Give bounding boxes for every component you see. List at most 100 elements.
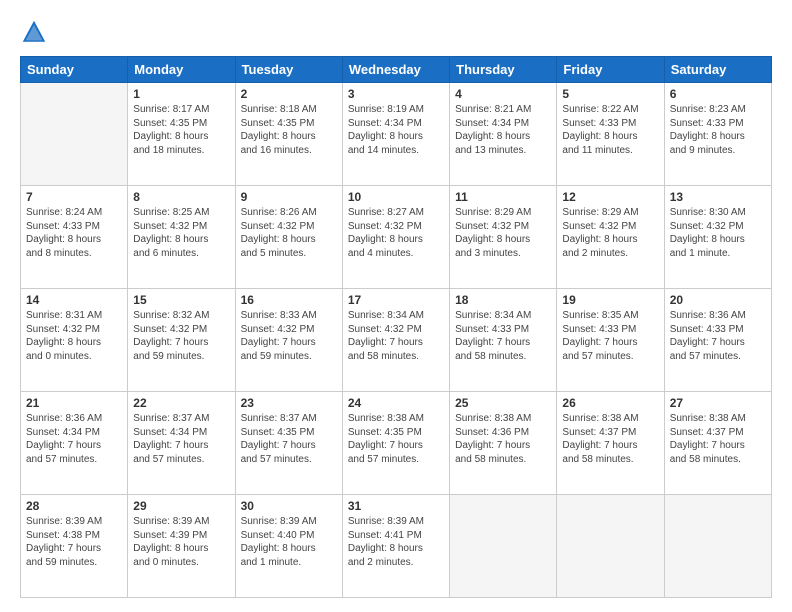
day-cell: 1 Sunrise: 8:17 AMSunset: 4:35 PMDaylight… — [128, 83, 235, 186]
logo — [20, 18, 52, 46]
day-info: Sunrise: 8:22 AMSunset: 4:33 PMDaylight:… — [562, 103, 658, 157]
day-cell: 13Sunrise: 8:30 AMSunset: 4:32 PMDayligh… — [664, 186, 771, 289]
day-number: 16 — [241, 293, 337, 307]
day-cell: 31 Sunrise: 8:39 AMSunset: 4:41 PMDayligh… — [342, 495, 449, 598]
day-number: 11 — [455, 190, 551, 204]
day-cell: 19Sunrise: 8:35 AMSunset: 4:33 PMDayligh… — [557, 289, 664, 392]
day-number: 21 — [26, 396, 122, 410]
calendar-table: SundayMondayTuesdayWednesdayThursdayFrid… — [20, 56, 772, 598]
day-number: 17 — [348, 293, 444, 307]
day-cell: 17 Sunrise: 8:34 AMSunset: 4:32 PMDayligh… — [342, 289, 449, 392]
day-cell: 5Sunrise: 8:22 AMSunset: 4:33 PMDaylight… — [557, 83, 664, 186]
day-info: Sunrise: 8:36 AMSunset: 4:34 PMDaylight:… — [26, 412, 122, 466]
day-cell: 15 Sunrise: 8:32 AMSunset: 4:32 PMDayligh… — [128, 289, 235, 392]
day-info: Sunrise: 8:39 AMSunset: 4:38 PMDaylight:… — [26, 515, 122, 569]
day-info: Sunrise: 8:29 AMSunset: 4:32 PMDaylight:… — [562, 206, 658, 260]
day-number: 12 — [562, 190, 658, 204]
day-cell: 2 Sunrise: 8:18 AMSunset: 4:35 PMDaylight… — [235, 83, 342, 186]
day-info: Sunrise: 8:27 AMSunset: 4:32 PMDaylight:… — [348, 206, 444, 260]
day-number: 31 — [348, 499, 444, 513]
day-cell — [664, 495, 771, 598]
day-number: 2 — [241, 87, 337, 101]
day-cell — [450, 495, 557, 598]
day-number: 15 — [133, 293, 229, 307]
weekday-header-friday: Friday — [557, 57, 664, 83]
day-cell: 14Sunrise: 8:31 AMSunset: 4:32 PMDayligh… — [21, 289, 128, 392]
day-cell: 20 Sunrise: 8:36 AMSunset: 4:33 PMDayligh… — [664, 289, 771, 392]
day-cell: 27Sunrise: 8:38 AMSunset: 4:37 PMDayligh… — [664, 392, 771, 495]
day-cell: 26 Sunrise: 8:38 AMSunset: 4:37 PMDayligh… — [557, 392, 664, 495]
day-info: Sunrise: 8:37 AMSunset: 4:35 PMDaylight:… — [241, 412, 337, 466]
header — [20, 18, 772, 46]
day-number: 27 — [670, 396, 766, 410]
day-cell — [557, 495, 664, 598]
day-number: 8 — [133, 190, 229, 204]
day-number: 6 — [670, 87, 766, 101]
day-number: 18 — [455, 293, 551, 307]
weekday-header-sunday: Sunday — [21, 57, 128, 83]
day-cell — [21, 83, 128, 186]
day-cell: 29 Sunrise: 8:39 AMSunset: 4:39 PMDayligh… — [128, 495, 235, 598]
day-number: 10 — [348, 190, 444, 204]
day-cell: 18 Sunrise: 8:34 AMSunset: 4:33 PMDayligh… — [450, 289, 557, 392]
week-row-3: 21 Sunrise: 8:36 AMSunset: 4:34 PMDayligh… — [21, 392, 772, 495]
day-cell: 10 Sunrise: 8:27 AMSunset: 4:32 PMDayligh… — [342, 186, 449, 289]
day-info: Sunrise: 8:24 AMSunset: 4:33 PMDaylight:… — [26, 206, 122, 260]
day-info: Sunrise: 8:29 AMSunset: 4:32 PMDaylight:… — [455, 206, 551, 260]
day-cell: 8Sunrise: 8:25 AMSunset: 4:32 PMDaylight… — [128, 186, 235, 289]
day-info: Sunrise: 8:38 AMSunset: 4:35 PMDaylight:… — [348, 412, 444, 466]
weekday-header-tuesday: Tuesday — [235, 57, 342, 83]
day-number: 22 — [133, 396, 229, 410]
day-cell: 22Sunrise: 8:37 AMSunset: 4:34 PMDayligh… — [128, 392, 235, 495]
calendar-header: SundayMondayTuesdayWednesdayThursdayFrid… — [21, 57, 772, 83]
weekday-header-wednesday: Wednesday — [342, 57, 449, 83]
day-info: Sunrise: 8:34 AMSunset: 4:32 PMDaylight:… — [348, 309, 444, 363]
day-number: 23 — [241, 396, 337, 410]
day-number: 25 — [455, 396, 551, 410]
day-number: 1 — [133, 87, 229, 101]
day-info: Sunrise: 8:33 AMSunset: 4:32 PMDaylight:… — [241, 309, 337, 363]
weekday-header-monday: Monday — [128, 57, 235, 83]
logo-icon — [20, 18, 48, 46]
day-info: Sunrise: 8:36 AMSunset: 4:33 PMDaylight:… — [670, 309, 766, 363]
day-info: Sunrise: 8:32 AMSunset: 4:32 PMDaylight:… — [133, 309, 229, 363]
day-cell: 21 Sunrise: 8:36 AMSunset: 4:34 PMDayligh… — [21, 392, 128, 495]
day-info: Sunrise: 8:39 AMSunset: 4:40 PMDaylight:… — [241, 515, 337, 569]
weekday-row: SundayMondayTuesdayWednesdayThursdayFrid… — [21, 57, 772, 83]
day-number: 7 — [26, 190, 122, 204]
day-cell: 12 Sunrise: 8:29 AMSunset: 4:32 PMDayligh… — [557, 186, 664, 289]
day-info: Sunrise: 8:17 AMSunset: 4:35 PMDaylight:… — [133, 103, 229, 157]
day-number: 19 — [562, 293, 658, 307]
day-info: Sunrise: 8:31 AMSunset: 4:32 PMDaylight:… — [26, 309, 122, 363]
week-row-1: 7 Sunrise: 8:24 AMSunset: 4:33 PMDaylight… — [21, 186, 772, 289]
day-number: 28 — [26, 499, 122, 513]
day-info: Sunrise: 8:23 AMSunset: 4:33 PMDaylight:… — [670, 103, 766, 157]
day-info: Sunrise: 8:19 AMSunset: 4:34 PMDaylight:… — [348, 103, 444, 157]
day-number: 29 — [133, 499, 229, 513]
day-info: Sunrise: 8:38 AMSunset: 4:37 PMDaylight:… — [562, 412, 658, 466]
day-cell: 11 Sunrise: 8:29 AMSunset: 4:32 PMDayligh… — [450, 186, 557, 289]
day-info: Sunrise: 8:39 AMSunset: 4:41 PMDaylight:… — [348, 515, 444, 569]
day-cell: 23 Sunrise: 8:37 AMSunset: 4:35 PMDayligh… — [235, 392, 342, 495]
day-info: Sunrise: 8:38 AMSunset: 4:36 PMDaylight:… — [455, 412, 551, 466]
day-number: 30 — [241, 499, 337, 513]
day-number: 20 — [670, 293, 766, 307]
week-row-0: 1 Sunrise: 8:17 AMSunset: 4:35 PMDaylight… — [21, 83, 772, 186]
day-cell: 28 Sunrise: 8:39 AMSunset: 4:38 PMDayligh… — [21, 495, 128, 598]
day-cell: 25 Sunrise: 8:38 AMSunset: 4:36 PMDayligh… — [450, 392, 557, 495]
day-info: Sunrise: 8:18 AMSunset: 4:35 PMDaylight:… — [241, 103, 337, 157]
day-cell: 6 Sunrise: 8:23 AMSunset: 4:33 PMDaylight… — [664, 83, 771, 186]
day-cell: 4Sunrise: 8:21 AMSunset: 4:34 PMDaylight… — [450, 83, 557, 186]
day-cell: 3 Sunrise: 8:19 AMSunset: 4:34 PMDaylight… — [342, 83, 449, 186]
day-cell: 16 Sunrise: 8:33 AMSunset: 4:32 PMDayligh… — [235, 289, 342, 392]
page: SundayMondayTuesdayWednesdayThursdayFrid… — [0, 0, 792, 612]
day-info: Sunrise: 8:39 AMSunset: 4:39 PMDaylight:… — [133, 515, 229, 569]
day-info: Sunrise: 8:34 AMSunset: 4:33 PMDaylight:… — [455, 309, 551, 363]
day-number: 24 — [348, 396, 444, 410]
day-number: 13 — [670, 190, 766, 204]
day-cell: 24 Sunrise: 8:38 AMSunset: 4:35 PMDayligh… — [342, 392, 449, 495]
week-row-4: 28 Sunrise: 8:39 AMSunset: 4:38 PMDayligh… — [21, 495, 772, 598]
day-number: 3 — [348, 87, 444, 101]
day-cell: 30 Sunrise: 8:39 AMSunset: 4:40 PMDayligh… — [235, 495, 342, 598]
day-number: 26 — [562, 396, 658, 410]
